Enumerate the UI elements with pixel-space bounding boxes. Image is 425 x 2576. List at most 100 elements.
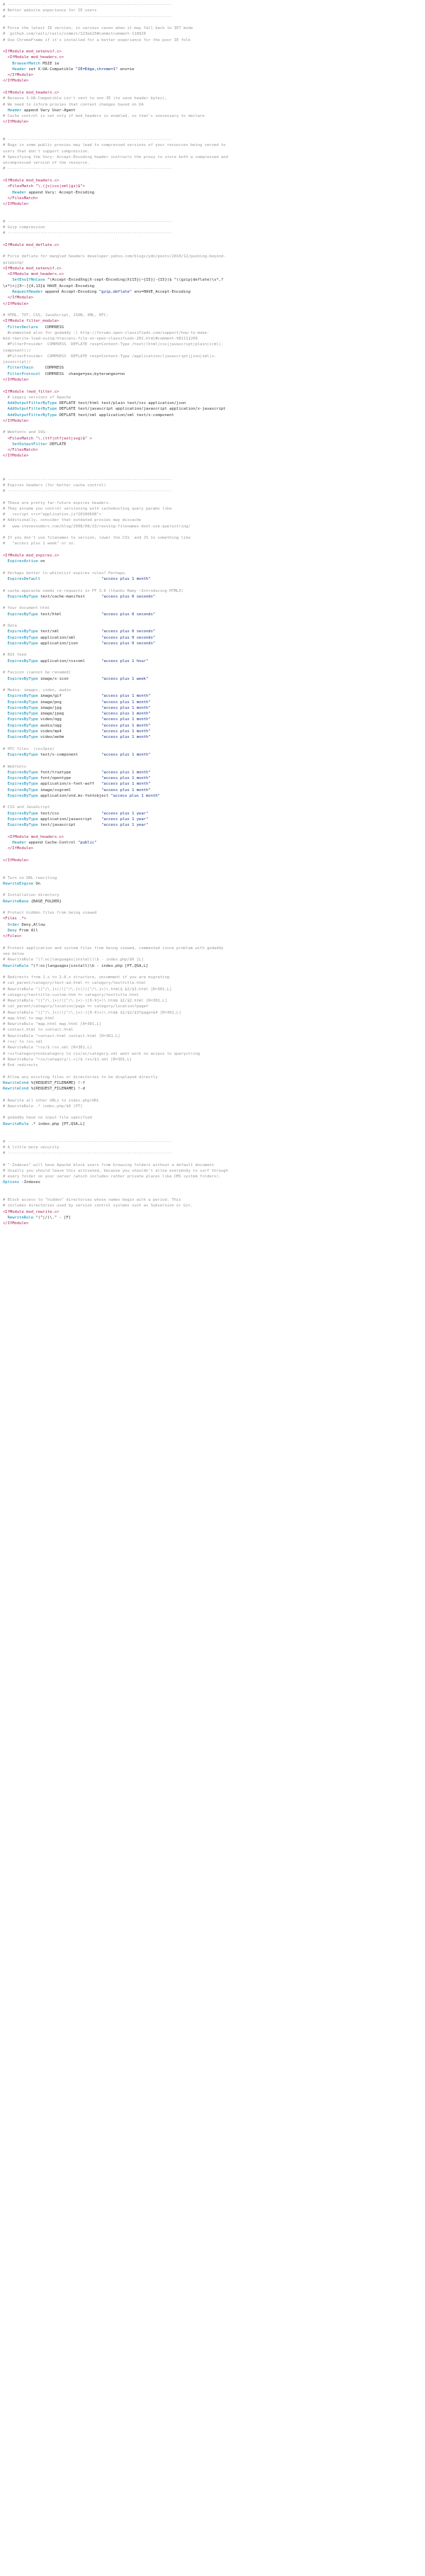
code-line: ExpiresByType application/json "access p… [3, 641, 425, 646]
comment-token: # If you don't use filenames to version,… [3, 536, 191, 541]
directive-token: SetOutputFilter [12, 442, 47, 447]
tag-token: <IfModule !mod_filter.c> [3, 389, 60, 394]
string-token: "access plus 1 month" [101, 753, 151, 757]
string-token: "access plus 0 seconds" [101, 594, 156, 599]
plain-token: ^(Accept-EncodXng|X-cept-Encoding|X{15}|… [45, 278, 224, 283]
comment-token: # includes directories used by version c… [3, 1204, 193, 1209]
string-token: "IE=Edge,chrome=1" [75, 67, 118, 72]
plain-token: MSIE ie [40, 61, 60, 66]
comment-token: # Turn on URL rewriting [3, 875, 57, 880]
code-line: SetEnvIfNoCase ^(Accept-EncodXng|X-cept-… [3, 277, 425, 283]
plain-token: append Vary User-Agent [21, 108, 76, 113]
code-line: ExpiresByType application/vnd.ms-fontobj… [3, 793, 425, 799]
directive-token: ExpiresByType [7, 793, 38, 798]
comment-token: # "-Indexes" will have Apache block user… [3, 1163, 215, 1167]
plain-token: audio/ogg [38, 723, 102, 728]
string-token: "access plus 0 seconds" [101, 629, 156, 634]
directive-token: BrowserMatch [12, 61, 40, 66]
code-line: RewriteEngine On [3, 881, 425, 887]
code-line: # RewriteRule ^(?:oc|languages|install)\… [3, 957, 425, 963]
directive-token: Header [12, 190, 27, 195]
code-line: mod-rewrite-load-using-htaccess-file-on-… [3, 336, 425, 342]
tag-token: </IfModule> [3, 418, 29, 423]
directive-token: Options [3, 1180, 20, 1185]
code-line: Header append Cache-Control "public" [3, 840, 425, 846]
comment-token: mod-rewrite-load-using-htaccess-file-on-… [3, 337, 198, 342]
code-line: AddOutputFilterByType DEFLATE text/javas… [3, 406, 425, 412]
code-line: RewriteCond %{REQUEST_FILENAME} !-d [3, 1086, 425, 1092]
tag-token: </FilesMatch> [7, 196, 38, 201]
code-line: </IfModule> [3, 78, 425, 84]
code-line: see below [3, 951, 425, 957]
plain-token: font/opentype [38, 776, 102, 781]
code-line: <IfModule !mod_filter.c> [3, 389, 425, 395]
comment-token: # cat_parent/category/test-ad.html => ca… [3, 981, 146, 986]
tag-token: <IfModule mod_headers.c> [7, 272, 64, 277]
plain-token: append Cache-Control [26, 840, 78, 845]
string-token: "access plus 1 month" [101, 723, 151, 728]
plain-token: DEFLATE text/javascript application/java… [57, 407, 226, 412]
string-token: "access plus 1 month" [101, 700, 151, 705]
code-line: # Redirects from 1.x to 2.0.x structure,… [3, 975, 425, 980]
tag-token: </IfModule> [3, 120, 29, 125]
code-line: # "access plus 1 week" or so. [3, 541, 425, 547]
code-line: <IfModule mod_expires.c> [3, 553, 425, 559]
directive-token: ExpiresByType [7, 635, 38, 640]
tag-token: </IfModule> [3, 79, 29, 84]
comment-token: # RSS feed [3, 653, 27, 658]
code-line: # www.stevesouders.com/blog/2008/08/23/r… [3, 524, 425, 530]
code-line: ExpiresByType image/jpg "access plus 1 m… [3, 705, 425, 711]
directive-token: ExpiresByType [7, 788, 38, 793]
comment-token: # RewriteRule .* index.php/$0 [PT] [3, 1104, 83, 1109]
code-line: # Protect application and system files f… [3, 946, 425, 951]
plain-token: %{REQUEST_FILENAME} !-f [28, 1080, 85, 1085]
string-token: "access plus 1 month" [110, 793, 160, 798]
tag-token: </IfModule> [3, 858, 29, 863]
comment-token: #FilterProvider COMPRESS DEFLATE resp=Co… [3, 354, 217, 359]
code-line: </IfModule> [3, 418, 425, 424]
comment-token: # Perhaps better to whitelist expires ru… [3, 571, 128, 576]
plain-token: COMPRESS change=yes;byteranges=no [40, 371, 125, 376]
plain-token: set X-UA-Compatible [26, 67, 76, 72]
code-line: SetOutputFilter DEFLATE [3, 442, 425, 447]
code-line: </IfModule> [3, 301, 425, 307]
code-line: # Webfonts and SVG: [3, 430, 425, 435]
code-line: ExpiresByType font/opentype "access plus… [3, 775, 425, 781]
tag-token: <IfModule mod_expires.c> [3, 553, 60, 558]
tag-token: </Files> [3, 934, 22, 939]
code-line: # every folder on your server (which inc… [3, 1174, 425, 1180]
code-line: ExpiresByType font/truetype "access plus… [3, 770, 425, 775]
plain-token: image/jpeg [38, 712, 102, 717]
code-line: <IfModule mod_rewrite.c> [3, 1209, 425, 1215]
code-line: gzipping/ [3, 260, 425, 266]
code-line: RequestHeader append Accept-Encoding "gz… [3, 289, 425, 295]
plain-token: Deny,Allow [19, 922, 45, 927]
directive-token: Header [7, 108, 22, 113]
string-token: "access plus 1 hour" [101, 659, 149, 663]
directive-token: ExpiresByType [7, 770, 38, 775]
code-line: </Files> [3, 934, 425, 939]
plain-token: image/png [38, 700, 102, 705]
tag-token: </FilesMatch> [7, 448, 38, 453]
code-line: # Your document html [3, 605, 425, 611]
string-token: "access plus 0 seconds" [101, 641, 156, 646]
comment-token: # These are pretty far-future expires he… [3, 500, 111, 505]
